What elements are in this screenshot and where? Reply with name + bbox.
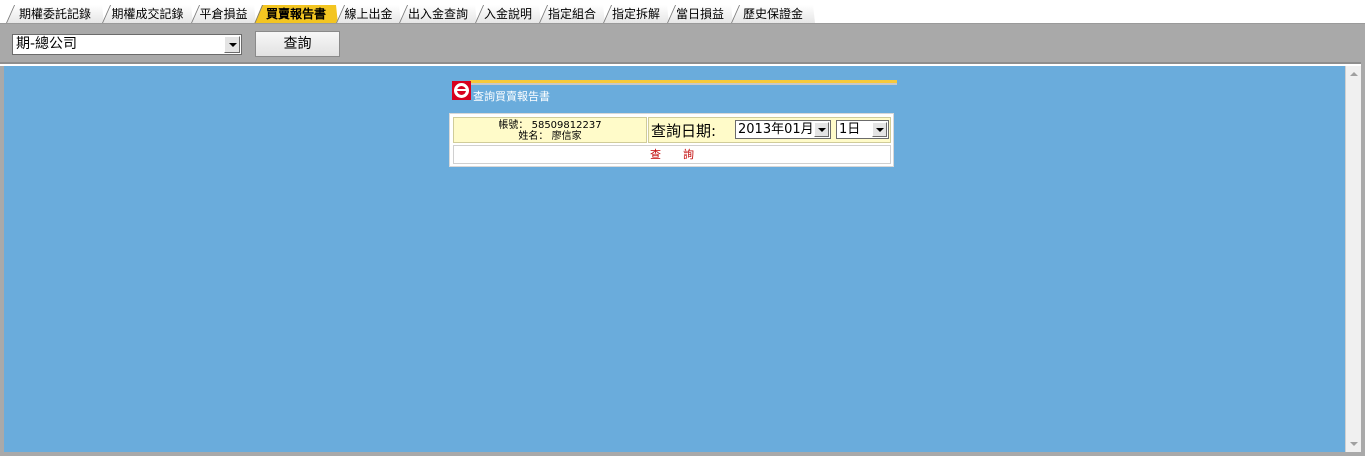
tab-online-withdrawal[interactable]: 線上出金	[336, 5, 401, 23]
month-select-value: 2013年01月	[738, 122, 814, 137]
branch-select-value: 期-總公司	[16, 36, 78, 52]
tab-designated-split[interactable]: 指定拆解	[603, 5, 669, 23]
scroll-down-arrow-icon[interactable]	[1350, 442, 1358, 446]
tab-trade-report[interactable]: 買賣報告書	[254, 5, 338, 24]
tab-deposit-info[interactable]: 入金說明	[475, 5, 541, 23]
frame-right-edge	[1361, 24, 1365, 456]
report-title: 查詢買賣報告書	[473, 90, 550, 103]
toolbar-query-button[interactable]: 查詢	[255, 31, 340, 57]
tab-designated-combo[interactable]: 指定組合	[539, 5, 605, 23]
name-line: 姓名： 廖信家	[454, 131, 646, 142]
query-date-label: 查詢日期:	[651, 122, 717, 140]
name-value: 廖信家	[551, 131, 582, 142]
report-query-button[interactable]: 查 詢	[453, 145, 891, 164]
frame-bottom-edge	[0, 452, 1365, 456]
account-value: 58509812237	[531, 120, 602, 131]
tab-strip: 期權委託記錄 期權成交記錄 平倉損益 買賣報告書 線上出金 出入金查詢 入金說明…	[0, 0, 1365, 24]
account-info: 帳號： 58509812237 姓名： 廖信家	[453, 117, 647, 143]
day-select-value: 1日	[839, 122, 861, 137]
report-title-bar	[470, 80, 897, 85]
tab-option-orders[interactable]: 期權委託記錄	[6, 5, 104, 23]
report-query-form: 帳號： 58509812237 姓名： 廖信家 查詢日期: 2013年01月 1…	[449, 113, 894, 167]
toolbar: 期-總公司 查詢	[0, 24, 1365, 64]
branch-select[interactable]: 期-總公司	[12, 34, 242, 55]
chevron-down-icon[interactable]	[814, 122, 829, 137]
month-select[interactable]: 2013年01月	[735, 120, 831, 139]
account-line: 帳號： 58509812237	[454, 120, 646, 131]
vertical-scrollbar[interactable]	[1345, 66, 1361, 452]
tab-daily-pnl[interactable]: 當日損益	[667, 5, 733, 23]
scroll-up-arrow-icon[interactable]	[1350, 72, 1358, 76]
name-label: 姓名：	[518, 131, 549, 142]
tab-fund-query[interactable]: 出入金查詢	[399, 5, 477, 23]
tab-margin-history[interactable]: 歷史保證金	[731, 5, 815, 23]
chevron-down-icon[interactable]	[872, 122, 887, 137]
tab-option-trades[interactable]: 期權成交記錄	[102, 5, 193, 23]
account-label: 帳號：	[498, 120, 529, 131]
query-date-cell: 查詢日期: 2013年01月 1日	[648, 117, 891, 143]
chevron-down-icon[interactable]	[224, 36, 240, 53]
tab-closing-pnl[interactable]: 平倉損益	[191, 5, 256, 23]
day-select[interactable]: 1日	[836, 120, 889, 139]
logo-bar-mark	[457, 89, 466, 91]
